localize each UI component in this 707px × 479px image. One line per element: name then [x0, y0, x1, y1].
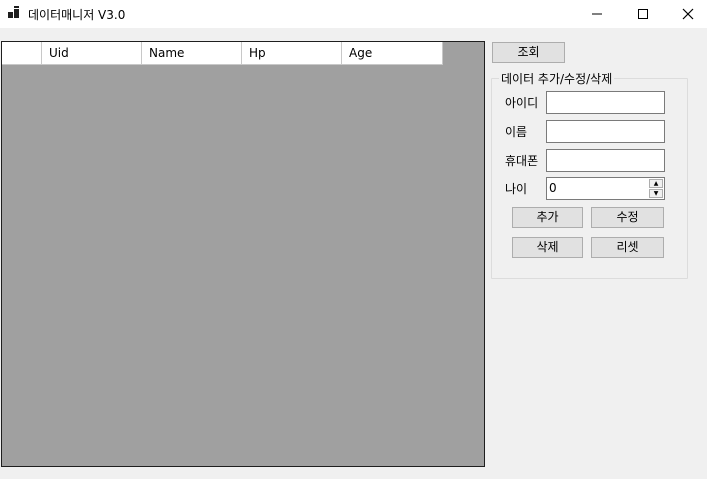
spin-buttons: ▲ ▼: [649, 179, 663, 198]
delete-button[interactable]: 삭제: [512, 237, 583, 258]
age-value: 0: [549, 181, 557, 195]
edit-button[interactable]: 수정: [591, 207, 664, 228]
column-header-hp[interactable]: Hp: [242, 42, 342, 64]
column-header-age[interactable]: Age: [342, 42, 443, 64]
column-header-name[interactable]: Name: [142, 42, 242, 64]
name-label: 이름: [505, 125, 528, 139]
phone-label: 휴대폰: [505, 154, 539, 168]
minimize-icon: [592, 13, 602, 15]
age-label: 나이: [505, 182, 528, 196]
minimize-button[interactable]: [574, 0, 620, 28]
group-title: 데이터 추가/수정/삭제: [499, 70, 615, 87]
age-stepper[interactable]: 0 ▲ ▼: [546, 177, 665, 200]
client-area: Uid Name Hp Age 조회 데이터 추가/수정/삭제 아이디 이름 휴…: [0, 28, 707, 479]
column-header-uid[interactable]: Uid: [42, 42, 142, 64]
spin-up-button[interactable]: ▲: [649, 179, 663, 188]
name-input[interactable]: [546, 120, 665, 143]
query-button[interactable]: 조회: [492, 42, 565, 63]
grid-header: Uid Name Hp Age: [2, 42, 443, 65]
close-button[interactable]: [665, 0, 707, 28]
data-edit-group: 데이터 추가/수정/삭제 아이디 이름 휴대폰 나이 0 ▲ ▼ 추가 수정 삭…: [491, 70, 688, 279]
spin-down-button[interactable]: ▼: [649, 189, 663, 198]
row-header-cell[interactable]: [2, 42, 42, 64]
add-button[interactable]: 추가: [512, 207, 583, 228]
id-label: 아이디: [505, 96, 539, 110]
close-icon: [682, 8, 694, 20]
data-grid[interactable]: Uid Name Hp Age: [1, 41, 485, 467]
window-title: 데이터매니저 V3.0: [28, 8, 126, 22]
title-bar: 데이터매니저 V3.0: [0, 0, 707, 28]
phone-input[interactable]: [546, 149, 665, 172]
reset-button[interactable]: 리셋: [591, 237, 664, 258]
maximize-button[interactable]: [620, 0, 666, 28]
id-input[interactable]: [546, 91, 665, 114]
maximize-icon: [638, 9, 648, 19]
app-icon: [8, 6, 22, 20]
